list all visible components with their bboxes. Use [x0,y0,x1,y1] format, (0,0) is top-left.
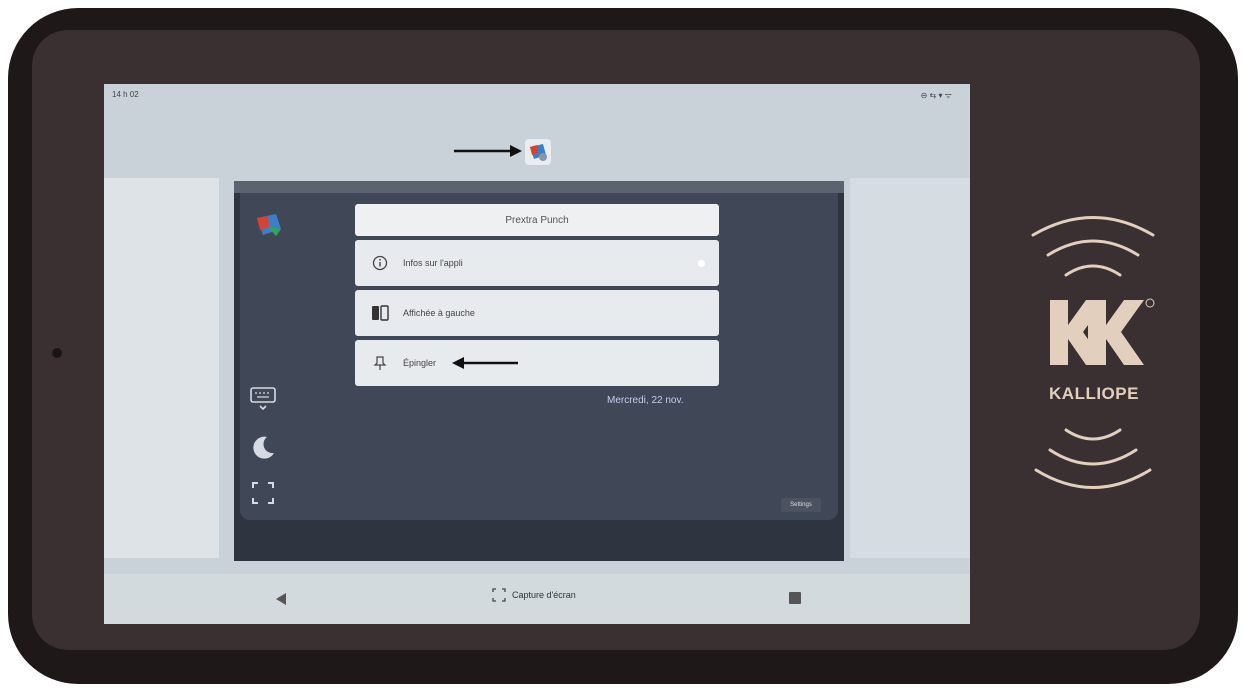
split-screen-icon [371,304,389,322]
menu-title: Prextra Punch [355,204,719,236]
menu-item-label: Affichée à gauche [403,308,475,318]
app-context-menu: Prextra Punch Infos sur l'appli Affichée… [355,204,719,386]
tablet-screen: 14 h 02 ⊖ ⇆ ▾ ᯤ Settings Prextra Punch I… [104,84,970,624]
annotation-arrow-icon [452,357,519,369]
kalliope-brand-logo [1031,216,1155,489]
annotation-arrow-icon [454,145,522,157]
front-camera [52,348,62,358]
menu-item-label: Épingler [403,358,437,368]
card-top-edge [234,181,844,193]
recent-app-left-card[interactable] [104,178,219,558]
status-indicators: ⊖ ⇆ ▾ ᯤ [920,91,952,100]
back-icon[interactable] [274,592,288,606]
menu-item-app-info[interactable]: Infos sur l'appli [355,240,719,286]
prextra-logo-icon [257,214,281,236]
brand-name: KALLIOPE [1049,384,1139,403]
menu-item-label: Infos sur l'appli [403,258,463,268]
screenshot-icon [492,588,506,602]
recents-icon[interactable] [789,592,801,604]
screenshot-label: Capture d'écran [512,590,576,600]
notification-dot [698,260,705,267]
fullscreen-icon [252,482,274,504]
info-icon [371,254,389,272]
app-icon-button[interactable] [525,139,551,165]
pin-icon [371,354,389,372]
settings-button[interactable]: Settings [781,498,821,512]
prextra-app-icon [530,144,547,161]
date-label: Mercredi, 22 nov. [607,395,684,406]
screenshot-button[interactable]: Capture d'écran [492,588,576,602]
status-bar: 14 h 02 ⊖ ⇆ ▾ ᯤ [104,84,970,104]
dark-mode-moon-icon [253,436,274,459]
status-time: 14 h 02 [112,90,139,99]
keyboard-icon [250,387,276,411]
menu-item-pin[interactable]: Épingler [355,340,719,386]
recent-app-right-card[interactable] [850,178,970,558]
menu-item-split-screen[interactable]: Affichée à gauche [355,290,719,336]
navigation-bar: Capture d'écran [104,574,970,624]
